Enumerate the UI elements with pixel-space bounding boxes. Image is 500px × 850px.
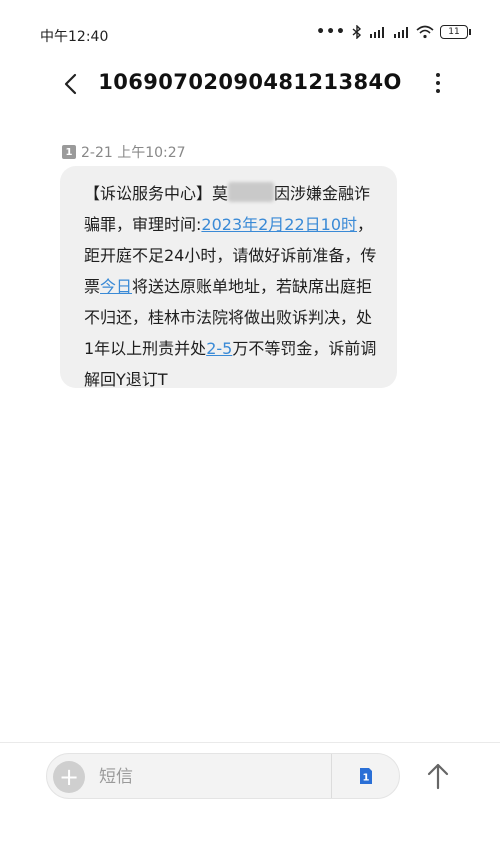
send-arrow-icon[interactable] — [424, 761, 452, 791]
status-time: 中午12:40 — [40, 29, 109, 45]
more-options-icon[interactable] — [428, 68, 448, 98]
sim-card-icon: 1 — [62, 145, 76, 159]
today-link[interactable]: 今日 — [100, 277, 132, 296]
compose-divider — [331, 754, 332, 798]
compose-pill: + 1 — [46, 753, 400, 799]
message-meta: 1 2-21 上午10:27 — [62, 142, 186, 162]
bluetooth-icon — [352, 25, 362, 39]
status-icons: ••• 11 — [316, 24, 471, 40]
conversation-header: 1069070209048121384O — [0, 62, 500, 108]
redacted-name — [228, 182, 275, 202]
conversation-title: 1069070209048121384O — [98, 70, 402, 94]
message-bubble[interactable]: 【诉讼服务中心】莫 因涉嫌金融诈骗罪，审理时间:2023年2月22日10时，距开庭… — [60, 166, 397, 389]
compose-area: + 1 — [0, 742, 500, 850]
status-bar: 中午12:40 ••• 11 — [0, 0, 500, 62]
sim-select-icon[interactable]: 1 — [358, 767, 374, 785]
message-text-part: 【诉讼服务中心】莫 — [84, 184, 229, 203]
sim-select-label: 1 — [363, 773, 370, 784]
message-input[interactable] — [97, 762, 331, 792]
message-timestamp: 2-21 上午10:27 — [81, 145, 186, 161]
wifi-icon — [416, 25, 434, 39]
signal-icon — [394, 27, 408, 38]
battery-icon: 11 — [440, 25, 471, 39]
number-link[interactable]: 2-5 — [206, 339, 232, 358]
more-notifications-icon: ••• — [316, 24, 346, 40]
add-attachment-icon[interactable]: + — [53, 761, 85, 793]
date-link[interactable]: 2023年2月22日10时 — [201, 215, 357, 234]
signal-hd-icon — [370, 27, 384, 38]
